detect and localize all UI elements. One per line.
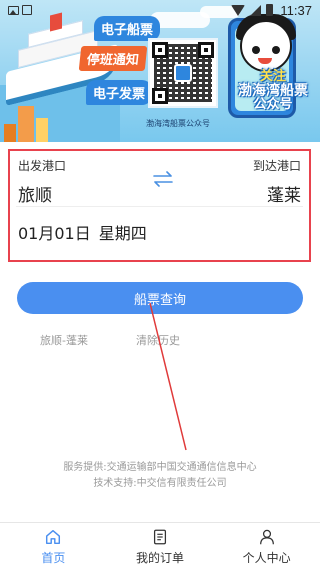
- tech-support-text: 技术支持:中交信有限责任公司: [93, 478, 227, 489]
- tab-label: 个人中心: [242, 551, 291, 565]
- service-provider-text: 服务提供:交通运输部中国交通通信信息中心: [63, 462, 257, 473]
- departure-date-select[interactable]: 01月01日 星期四: [18, 220, 147, 244]
- qr-caption: 渤海湾船票公众号: [146, 119, 210, 128]
- tab-profile[interactable]: 个人中心: [213, 523, 320, 568]
- tab-label: 首页: [41, 551, 66, 565]
- building-illustration: [18, 106, 34, 142]
- signal-icon: [250, 4, 262, 16]
- history-item[interactable]: 旅顺-蓬莱: [40, 332, 88, 348]
- qr-logo-icon: [174, 64, 192, 82]
- qr-code: [148, 38, 218, 108]
- person-icon: [259, 529, 274, 545]
- mascot-eye: [252, 46, 260, 54]
- banner-tag-e-invoice: 电子发票: [86, 80, 153, 105]
- tab-home[interactable]: 首页: [0, 523, 107, 568]
- status-bar: 11:37: [0, 0, 320, 20]
- battery-icon: [266, 4, 274, 16]
- follow-prompt: 关注 渤海湾船票 公众号: [226, 70, 320, 112]
- promo-banner[interactable]: 电子船票 停班通知 电子发票 渤海湾船票公众号 关注 渤海湾船票 公众号: [0, 0, 320, 142]
- search-tickets-button[interactable]: 船票查询: [17, 282, 303, 314]
- wifi-icon: [231, 4, 246, 16]
- depart-port-label: 出发港口: [18, 159, 67, 173]
- footer-info: 服务提供:交通运输部中国交通通信信息中心 技术支持:中交信有限责任公司: [0, 460, 320, 492]
- weekday-value: 星期四: [98, 224, 147, 243]
- follow-line-1: 关注: [259, 69, 286, 84]
- route-search-card: 出发港口 到达港口 旅顺 蓬莱 01月01日 星期四: [8, 149, 311, 262]
- follow-line-3: 公众号: [253, 97, 293, 113]
- bottom-tab-bar: 首页 我的订单 个人中心: [0, 522, 320, 568]
- app-screen: 电子船票 停班通知 电子发票 渤海湾船票公众号 关注 渤海湾船票 公众号 11:…: [0, 0, 320, 568]
- swap-ports-icon[interactable]: [152, 171, 174, 187]
- building-illustration: [36, 118, 48, 142]
- arrive-port-select[interactable]: 蓬莱: [267, 181, 301, 206]
- date-value: 01月01日: [18, 224, 91, 243]
- mascot-eye: [272, 46, 280, 54]
- depart-port-select[interactable]: 旅顺: [18, 181, 52, 206]
- clock: 11:37: [280, 2, 312, 18]
- banner-tag-suspension-notice: 停班通知: [78, 46, 148, 71]
- mascot-illustration: [240, 20, 292, 72]
- tab-my-orders[interactable]: 我的订单: [107, 523, 214, 568]
- home-icon: [46, 529, 61, 545]
- order-icon: [153, 529, 167, 545]
- building-illustration: [4, 124, 16, 142]
- divider: [16, 206, 303, 207]
- tab-label: 我的订单: [136, 551, 185, 565]
- search-history: 旅顺-蓬莱 清除历史: [40, 332, 180, 348]
- arrive-port-label: 到达港口: [252, 159, 301, 173]
- image-notification-icon: [8, 5, 19, 15]
- app-notification-icon: [22, 5, 32, 15]
- clear-history-link[interactable]: 清除历史: [136, 332, 180, 348]
